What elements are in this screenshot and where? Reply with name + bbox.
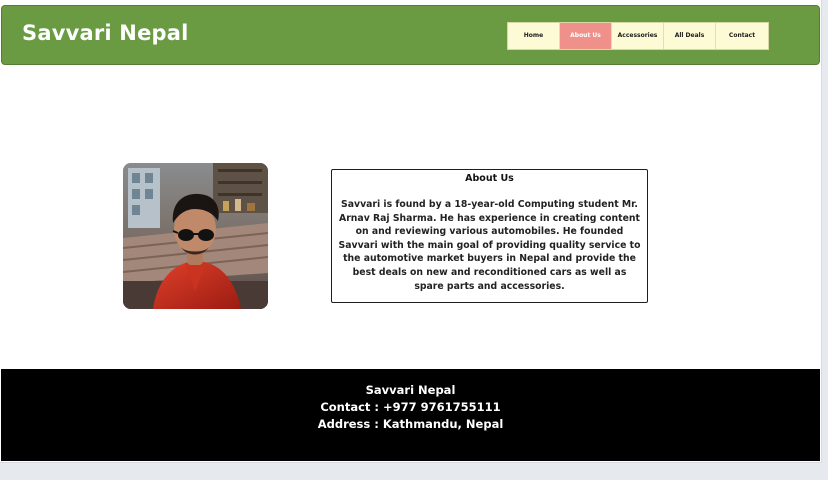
page: Savvari Nepal Home About Us Accessories … [0,0,822,463]
nav-accessories[interactable]: Accessories [612,23,664,49]
brand-title: Savvari Nepal [22,21,189,45]
footer-address: Address : Kathmandu, Nepal [317,417,504,431]
footer-contact: Contact : +977 9761755111 [320,400,501,414]
nav-home[interactable]: Home [508,23,560,49]
about-us-card: About Us Savvari is found by a 18-year-o… [331,169,648,303]
about-us-heading: About Us [465,173,514,184]
founder-photo [123,163,268,309]
nav-about-us[interactable]: About Us [560,23,612,49]
site-footer: Savvari Nepal Contact : +977 9761755111 … [1,369,820,461]
nav-all-deals[interactable]: All Deals [664,23,716,49]
footer-brand: Savvari Nepal [365,383,456,397]
about-us-description: Savvari is found by a 18-year-old Comput… [338,199,641,292]
nav-contact[interactable]: Contact [716,23,768,49]
site-header: Savvari Nepal Home About Us Accessories … [1,5,820,65]
founder-photo-illustration [123,163,268,309]
main-nav: Home About Us Accessories All Deals Cont… [507,22,769,50]
window-scrollbar-track[interactable] [822,0,828,480]
